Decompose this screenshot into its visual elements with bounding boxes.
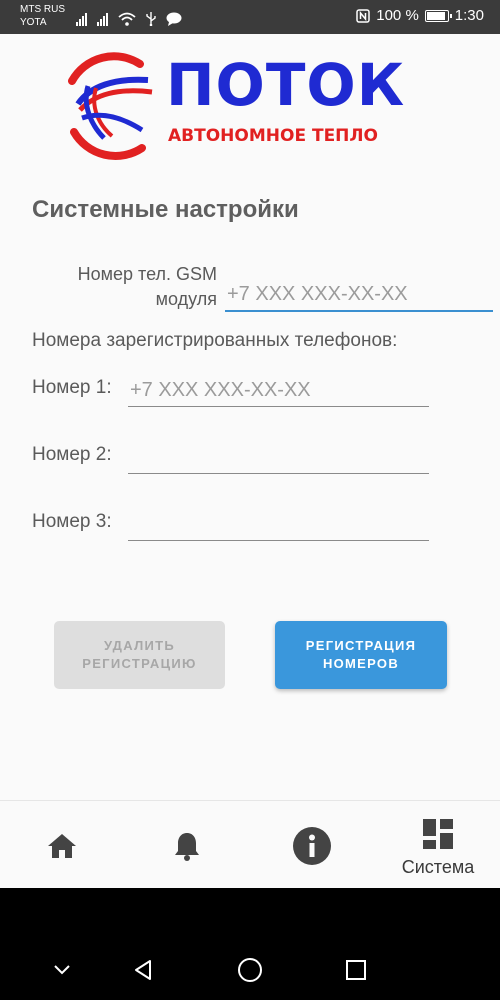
- logo-emblem-icon: [68, 52, 153, 160]
- page-title: Системные настройки: [32, 196, 299, 223]
- system-navigation-bar: [0, 888, 500, 1000]
- signal-icon: [76, 12, 87, 26]
- home-circle-icon[interactable]: [237, 957, 263, 983]
- battery-percent: 100 %: [376, 7, 419, 24]
- carrier-2: YOTA: [20, 17, 47, 28]
- number-1-input[interactable]: [128, 375, 429, 407]
- logo-title: ПОТОК: [166, 51, 406, 119]
- number-3-label: Номер 3:: [32, 511, 112, 532]
- battery-fill: [426, 11, 445, 20]
- nav-system-label: Система: [401, 857, 475, 877]
- register-numbers-button[interactable]: РЕГИСТРАЦИЯ НОМЕРОВ: [275, 621, 447, 689]
- wifi-icon: [118, 12, 136, 26]
- bottom-navigation: Система: [0, 800, 500, 889]
- gsm-number-label: Номер тел. GSM модуля: [77, 264, 217, 309]
- info-icon: [293, 827, 331, 865]
- number-2-input[interactable]: [128, 442, 429, 474]
- recents-icon[interactable]: [345, 959, 367, 981]
- clock: 1:30: [454, 7, 484, 24]
- nav-info[interactable]: [262, 801, 362, 889]
- message-icon: [166, 12, 182, 26]
- home-icon: [48, 834, 76, 858]
- dashboard-icon: [423, 819, 453, 849]
- usb-icon: [146, 12, 156, 26]
- potok-logo: ПОТОК АВТОНОМНОЕ ТЕПЛО: [60, 46, 440, 164]
- delete-registration-button[interactable]: УДАЛИТЬ РЕГИСТРАЦИЮ: [54, 621, 225, 689]
- nav-home[interactable]: [12, 801, 112, 889]
- battery-icon: [424, 9, 452, 22]
- carrier-info: MTS RUS YOTA: [20, 3, 65, 29]
- number-2-label: Номер 2:: [32, 444, 112, 465]
- status-bar: MTS RUS YOTA 100 % 1:30: [0, 0, 500, 34]
- chevron-down-icon[interactable]: [52, 963, 72, 977]
- logo-subtitle: АВТОНОМНОЕ ТЕПЛО: [168, 126, 378, 146]
- number-1-label: Номер 1:: [32, 377, 112, 398]
- bell-icon: [175, 833, 199, 861]
- registered-numbers-label: Номера зарегистрированных телефонов:: [32, 330, 398, 351]
- gsm-number-input[interactable]: [225, 278, 493, 312]
- number-3-input[interactable]: [128, 509, 429, 541]
- carrier-1: MTS RUS: [20, 4, 65, 15]
- back-icon[interactable]: [132, 959, 154, 981]
- signal-icon: [97, 12, 108, 26]
- nav-system[interactable]: Система: [388, 801, 488, 889]
- nav-notifications[interactable]: [137, 801, 237, 889]
- nfc-icon: [356, 8, 370, 23]
